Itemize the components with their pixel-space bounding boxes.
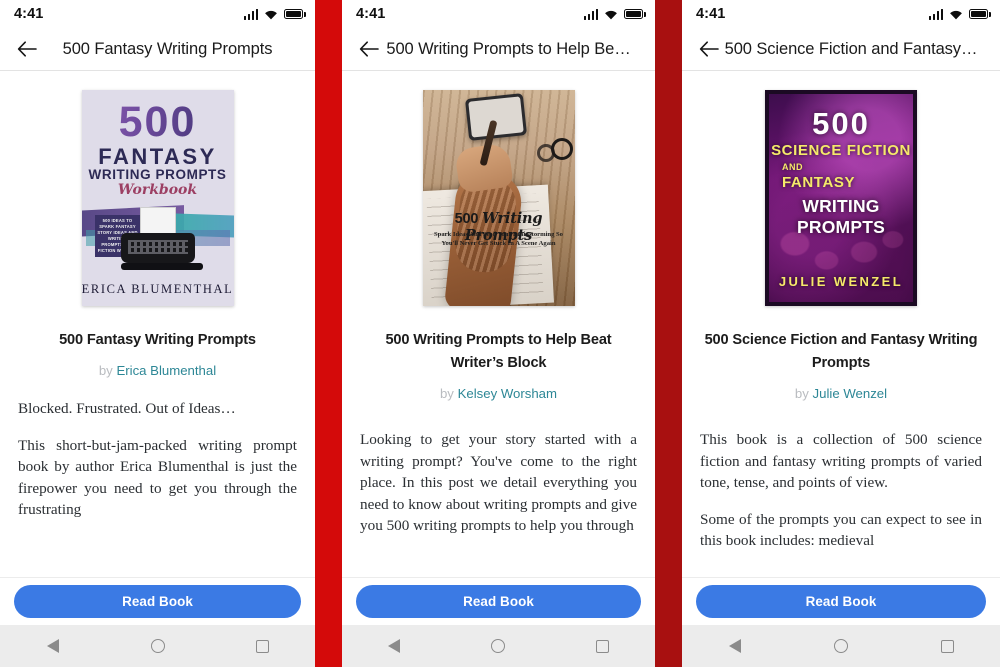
back-arrow-icon[interactable]: [696, 36, 722, 62]
wifi-icon: [264, 9, 278, 20]
nav-back-icon[interactable]: [38, 631, 68, 661]
signal-icon: [583, 8, 598, 20]
cover-line4: FANTASY: [782, 174, 856, 191]
nav-home-icon[interactable]: [483, 631, 513, 661]
signal-icon: [243, 8, 258, 20]
description-paragraph: Blocked. Frustrated. Out of Ideas…: [18, 400, 236, 417]
book-cover-wrap-1: 500 FANTASY WRITING PROMPTS Workbook 500…: [0, 90, 315, 306]
author-link-2[interactable]: Kelsey Worsham: [458, 386, 557, 401]
cover-line3: WRITING PROMPTS: [88, 167, 227, 182]
cover-line5: WRITING PROMPTS: [797, 196, 885, 237]
cover-headline-plain: 500: [454, 211, 483, 227]
battery-icon: [624, 8, 646, 20]
book-title-1: 500 Fantasy Writing Prompts: [59, 332, 256, 348]
nav-home-icon[interactable]: [143, 631, 173, 661]
cover-line3: AND: [782, 162, 803, 172]
phone-screen-1: 4:41 500 Fantasy Writing Prompts 500 FAN…: [0, 0, 315, 667]
cover-line2: SCIENCE FICTION: [771, 142, 911, 159]
book-cover-image-1[interactable]: 500 FANTASY WRITING PROMPTS Workbook 500…: [81, 90, 234, 306]
three-phone-comparison: 4:41 500 Fantasy Writing Prompts 500 FAN…: [0, 0, 1000, 667]
smartphone-photo-object: [464, 93, 527, 141]
status-clock: 4:41: [14, 6, 44, 22]
status-clock: 4:41: [696, 6, 726, 22]
status-bar: 4:41: [342, 0, 655, 28]
back-arrow-icon[interactable]: [356, 36, 382, 62]
footer-2: Read Book: [342, 577, 655, 625]
cover-author: ERICA BLUMENTHAL: [81, 282, 234, 296]
app-bar-2: 500 Writing Prompts to Help Be…: [342, 28, 655, 71]
app-bar-title: 500 Fantasy Writing Prompts: [62, 39, 273, 58]
nav-back-icon[interactable]: [379, 631, 409, 661]
app-bar-title: 500 Science Fiction and Fantasy…: [724, 39, 978, 58]
nav-home-icon[interactable]: [826, 631, 856, 661]
nav-recents-icon[interactable]: [932, 631, 962, 661]
description-paragraph: This short-but-jam-packed writing prompt…: [18, 436, 297, 519]
footer-1: Read Book: [0, 577, 315, 625]
nav-back-icon[interactable]: [720, 631, 750, 661]
author-link-3[interactable]: Julie Wenzel: [813, 386, 888, 401]
glasses-photo-object: [533, 138, 573, 164]
status-clock: 4:41: [356, 6, 386, 22]
book-byline-1: by Erica Blumenthal: [0, 363, 315, 378]
battery-icon: [284, 8, 306, 20]
book-description-2: Looking to get your story started with a…: [360, 429, 637, 537]
nav-recents-icon[interactable]: [248, 631, 278, 661]
battery-icon: [969, 8, 991, 20]
scroll-content-3[interactable]: 500 SCIENCE FICTION AND FANTASY WRITING …: [682, 71, 1000, 577]
android-nav-bar-1: [0, 625, 315, 667]
book-cover-wrap-3: 500 SCIENCE FICTION AND FANTASY WRITING …: [682, 90, 1000, 306]
android-nav-bar-3: [682, 625, 1000, 667]
book-title-3: 500 Science Fiction and Fantasy Writing …: [704, 332, 978, 371]
cover-line4: Workbook: [117, 182, 198, 198]
book-byline-2: by Kelsey Worsham: [342, 386, 655, 401]
book-byline-3: by Julie Wenzel: [682, 386, 1000, 401]
book-description-3: This book is a collection of 500 science…: [700, 429, 982, 552]
by-label: by: [794, 386, 809, 401]
status-bar: 4:41: [0, 0, 315, 28]
phone-screen-2: 4:41 500 Writing Prompts to Help Be… 500…: [342, 0, 655, 667]
scroll-content-1[interactable]: 500 FANTASY WRITING PROMPTS Workbook 500…: [0, 71, 315, 577]
phone-screen-3: 4:41 500 Science Fiction and Fantasy… 50…: [682, 0, 1000, 667]
status-icons: [928, 8, 991, 20]
by-label: by: [98, 363, 113, 378]
app-bar-title: 500 Writing Prompts to Help Be…: [386, 39, 631, 58]
status-icons: [583, 8, 646, 20]
by-label: by: [439, 386, 454, 401]
status-bar: 4:41: [682, 0, 1000, 28]
book-description-1: Blocked. Frustrated. Out of Ideas… This …: [18, 398, 297, 521]
book-cover-image-3[interactable]: 500 SCIENCE FICTION AND FANTASY WRITING …: [765, 90, 917, 306]
wifi-icon: [949, 9, 963, 20]
read-book-button[interactable]: Read Book: [696, 585, 986, 618]
description-paragraph: Looking to get your story started with a…: [360, 431, 637, 534]
book-title-2: 500 Writing Prompts to Help Beat Writer’…: [385, 332, 612, 371]
nebula-background: 500 SCIENCE FICTION AND FANTASY WRITING …: [769, 94, 913, 302]
app-bar-1: 500 Fantasy Writing Prompts: [0, 28, 315, 71]
panel-divider-2: [655, 0, 682, 667]
typewriter-icon: [120, 207, 203, 270]
back-arrow-icon[interactable]: [14, 36, 40, 62]
book-cover-image-2[interactable]: 500 Writing Prompts Spark Ideas And Seed…: [422, 90, 575, 306]
cover-subtitle: Spark Ideas And Seed Your Brainstorming …: [434, 231, 563, 247]
description-paragraph: Some of the prompts you can expect to se…: [700, 510, 982, 550]
status-icons: [243, 8, 306, 20]
wifi-icon: [604, 9, 618, 20]
signal-icon: [928, 8, 943, 20]
read-book-button[interactable]: Read Book: [14, 585, 301, 618]
android-nav-bar-2: [342, 625, 655, 667]
footer-3: Read Book: [682, 577, 1000, 625]
cover-number: 500: [82, 101, 234, 144]
book-cover-wrap-2: 500 Writing Prompts Spark Ideas And Seed…: [342, 90, 655, 306]
panel-divider-1: [315, 0, 342, 667]
cover-number: 500: [812, 106, 870, 141]
nav-recents-icon[interactable]: [588, 631, 618, 661]
scroll-content-2[interactable]: 500 Writing Prompts Spark Ideas And Seed…: [342, 71, 655, 577]
description-paragraph: This book is a collection of 500 science…: [700, 431, 982, 491]
author-link-1[interactable]: Erica Blumenthal: [116, 363, 216, 378]
read-book-button[interactable]: Read Book: [356, 585, 641, 618]
cover-author: JULIE WENZEL: [778, 274, 904, 289]
app-bar-3: 500 Science Fiction and Fantasy…: [682, 28, 1000, 71]
